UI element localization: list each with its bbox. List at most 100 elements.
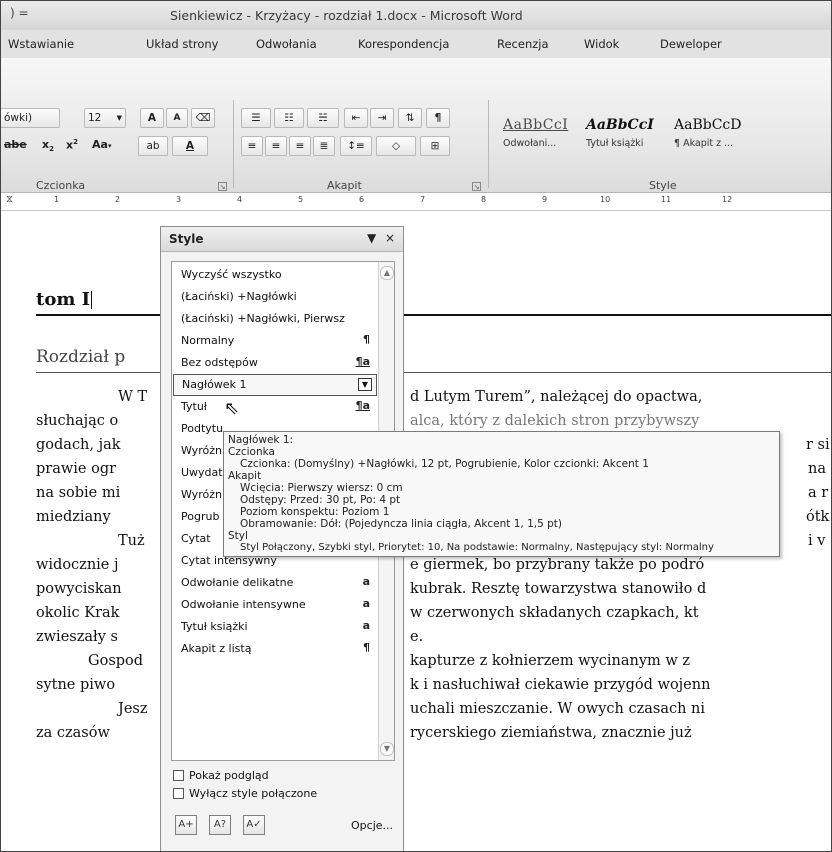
doc-line-right[interactable]: uchali mieszczanie. W owych czasach ni [410, 701, 705, 717]
doc-heading-2[interactable]: Rozdział p [36, 347, 125, 367]
shrink-font-button[interactable]: A [166, 108, 188, 128]
doc-line[interactable]: za czasów [36, 725, 110, 741]
doc-line-fragment[interactable]: ótk [806, 509, 829, 525]
horizontal-ruler[interactable]: ⧖ 1 2 3 4 5 6 7 8 9 10 11 12 [0, 193, 832, 211]
indent-marker-icon[interactable]: ⧖ [6, 194, 13, 205]
styles-pane-header[interactable]: Style ▼ × [161, 227, 403, 252]
style-inspector-button[interactable]: A? [209, 815, 231, 835]
tab-deweloper[interactable]: Deweloper [660, 37, 722, 51]
paragraph-dialog-launcher[interactable]: ↘ [472, 182, 481, 191]
doc-line[interactable]: Gospod [88, 653, 143, 669]
pane-menu-icon[interactable]: ▼ [367, 231, 376, 245]
style-item[interactable]: Tytuł książki a [172, 616, 378, 638]
style-item[interactable]: Wyczyść wszystko [172, 264, 378, 286]
borders-button[interactable]: ⊞ [420, 136, 450, 156]
doc-line[interactable]: słuchając o [36, 413, 118, 429]
doc-line-right[interactable]: k i nasłuchiwał ciekawie przygód wojenn [410, 677, 710, 693]
doc-line-fragment[interactable]: i v [808, 533, 825, 549]
superscript-button[interactable]: x2 [66, 138, 78, 152]
show-preview-checkbox[interactable] [173, 770, 184, 781]
line-spacing-button[interactable]: ↕≡ [340, 136, 372, 156]
style-item[interactable]: Akapit z listą ¶ [172, 638, 378, 660]
quick-style-odwolanie[interactable]: AaBbCcI Odwołani... [503, 112, 577, 152]
scroll-down-icon[interactable]: ▼ [380, 742, 394, 756]
doc-line-fragment[interactable]: r si [806, 437, 830, 453]
chevron-down-icon[interactable]: ▼ [358, 378, 372, 391]
shading-button[interactable]: ◇ [376, 136, 416, 156]
manage-styles-button[interactable]: A✓ [243, 815, 265, 835]
decrease-indent-button[interactable]: ⇤ [344, 108, 368, 128]
doc-line[interactable]: miedziany [36, 509, 111, 525]
strikethrough-button[interactable]: abe [4, 138, 27, 151]
quick-access-toolbar[interactable]: ) = [10, 6, 29, 20]
font-size-combo[interactable]: 12 ▼ [84, 108, 126, 128]
align-left-button[interactable]: ≡ [241, 136, 263, 156]
doc-line-fragment[interactable]: na [808, 461, 826, 477]
tab-korespondencja[interactable]: Korespondencja [358, 37, 449, 51]
sort-button[interactable]: ⇅ [398, 108, 422, 128]
tab-wstawianie[interactable]: Wstawianie [8, 37, 74, 51]
doc-line[interactable]: zwieszały s [36, 629, 118, 645]
doc-line[interactable]: powyciskan [36, 581, 122, 597]
style-item-label: Uwydat [181, 466, 223, 479]
subscript-button[interactable]: x2 [42, 138, 54, 153]
paint-bucket-icon: ◇ [391, 140, 401, 152]
doc-line-fragment[interactable]: a r [808, 485, 828, 501]
doc-line-right[interactable]: e. [410, 629, 423, 645]
style-item[interactable]: Normalny ¶ [172, 330, 378, 352]
tab-odwolania[interactable]: Odwołania [256, 37, 317, 51]
ruler-number: 4 [237, 195, 243, 204]
style-item[interactable]: Tytuł ¶a [172, 396, 378, 418]
style-item[interactable]: (Łaciński) +Nagłówki [172, 286, 378, 308]
doc-line[interactable]: Tuż [118, 533, 145, 549]
font-dialog-launcher[interactable]: ↘ [218, 182, 227, 191]
doc-line-right[interactable]: rycerskiego ziemiaństwa, znacznie już [410, 725, 692, 741]
tab-widok[interactable]: Widok [584, 37, 619, 51]
style-item-selected[interactable]: Nagłówek 1 ▼ [173, 374, 377, 396]
align-center-button[interactable]: ≡ [265, 136, 287, 156]
style-item[interactable]: Odwołanie intensywne a [172, 594, 378, 616]
doc-line[interactable]: Jesz [118, 701, 147, 717]
quick-style-akapit-z-lista[interactable]: AaBbCcD ¶ Akapit z ... [674, 112, 748, 152]
doc-line[interactable]: widocznie j [36, 557, 118, 573]
numbering-button[interactable]: ☷ [274, 108, 304, 128]
increase-indent-button[interactable]: ⇥ [370, 108, 394, 128]
show-hide-button[interactable]: ¶ [426, 108, 450, 128]
quick-style-tytul-ksiazki[interactable]: AaBbCcI Tytuł książki [586, 112, 660, 152]
close-icon[interactable]: × [385, 231, 395, 245]
multilevel-list-button[interactable]: ☵ [307, 108, 339, 128]
style-item[interactable]: Bez odstępów ¶a [172, 352, 378, 374]
doc-line-right[interactable]: e giermek, bo przybrany także po podró [410, 557, 704, 573]
bullets-button[interactable]: ☰ [241, 108, 271, 128]
doc-line-fragment[interactable]: alca, który z dalekich stron przybywszy [410, 413, 699, 429]
doc-line[interactable]: okolic Krak [36, 605, 119, 621]
doc-line-right[interactable]: kubrak. Resztę towarzystwa stanowiło d [410, 581, 706, 597]
doc-line-right[interactable]: kapturze z kołnierzem wycinanym w z [410, 653, 690, 669]
doc-line[interactable]: prawie ogr [36, 461, 116, 477]
style-item[interactable]: Odwołanie delikatne a [172, 572, 378, 594]
doc-line[interactable]: sytne piwo [36, 677, 115, 693]
clear-formatting-button[interactable]: ⌫ [191, 108, 215, 128]
tab-uklad-strony[interactable]: Układ strony [146, 37, 218, 51]
ruler-number: 7 [420, 195, 426, 204]
grow-font-button[interactable]: A [140, 108, 164, 128]
doc-line-right[interactable]: w czerwonych składanych czapkach, kt [410, 605, 699, 621]
options-link[interactable]: Opcje... [351, 819, 393, 832]
doc-line[interactable]: W T [118, 389, 147, 405]
font-color-button[interactable]: A [172, 136, 208, 156]
doc-line[interactable]: godach, jak [36, 437, 121, 453]
justify-button[interactable]: ≣ [313, 136, 335, 156]
new-style-button[interactable]: A+ [175, 815, 197, 835]
doc-heading-1[interactable]: tom I [36, 289, 93, 310]
tab-recenzja[interactable]: Recenzja [497, 37, 549, 51]
change-case-button[interactable]: Aa▾ [92, 138, 111, 151]
highlight-button[interactable]: ab [138, 136, 168, 156]
doc-line[interactable]: na sobie mi [36, 485, 120, 501]
scroll-up-icon[interactable]: ▲ [380, 266, 394, 280]
font-name-combo[interactable]: ówki) [0, 108, 60, 128]
doc-line-right[interactable]: d Lutym Turem”, należącej do opactwa, [410, 389, 702, 405]
style-item[interactable]: (Łaciński) +Nagłówki, Pierwsz [172, 308, 378, 330]
disable-linked-styles-checkbox[interactable] [173, 788, 184, 799]
align-right-button[interactable]: ≡ [289, 136, 311, 156]
bullet-list-icon: ☰ [251, 112, 261, 124]
